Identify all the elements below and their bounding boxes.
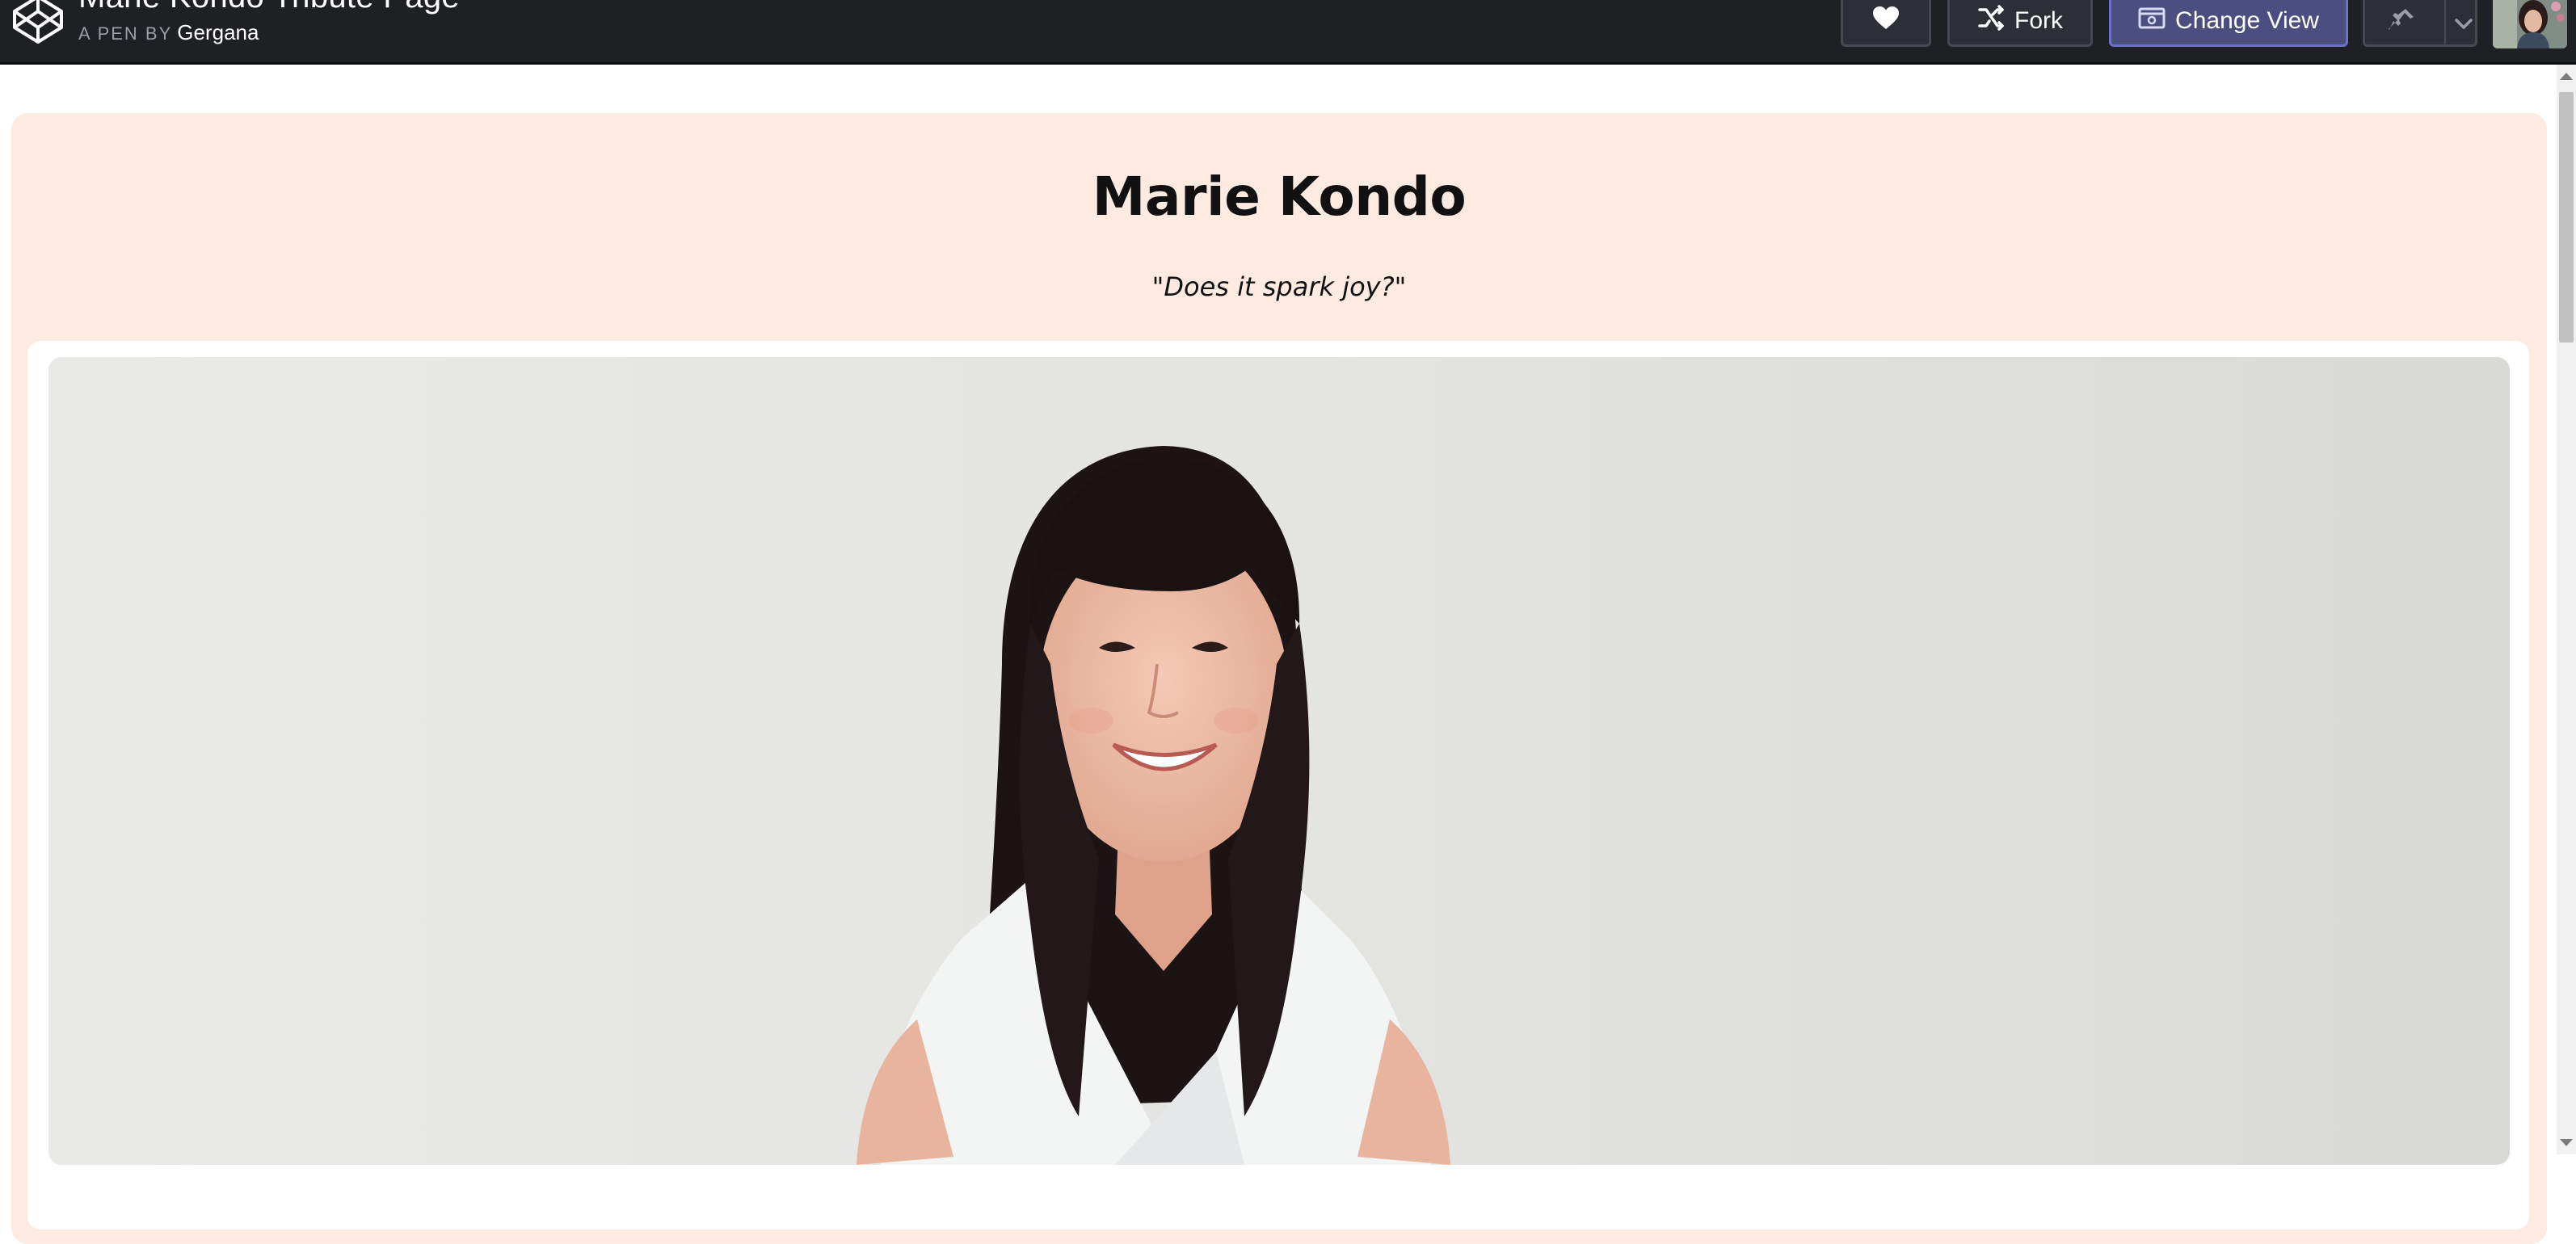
scroll-thumb[interactable] bbox=[2559, 92, 2574, 343]
author-link[interactable]: Gergana bbox=[177, 20, 259, 44]
fork-button[interactable]: Fork bbox=[1947, 0, 2093, 47]
pin-button[interactable] bbox=[2363, 0, 2477, 47]
codepen-logo-icon[interactable] bbox=[11, 0, 65, 45]
fork-label: Fork bbox=[2014, 7, 2063, 34]
pen-title: Marie Kondo Tribute Page bbox=[78, 0, 460, 15]
heart-button[interactable] bbox=[1841, 0, 1931, 47]
user-avatar[interactable] bbox=[2493, 0, 2567, 48]
codepen-header: Marie Kondo Tribute Page A PEN BYGergana… bbox=[0, 0, 2576, 65]
pen-byline: A PEN BY Gergana bbox=[78, 20, 259, 45]
pin-icon bbox=[2388, 4, 2415, 38]
chevron-down-icon[interactable] bbox=[2454, 10, 2473, 37]
by-label: A PEN BY bbox=[78, 23, 173, 44]
change-view-label: Change View bbox=[2175, 7, 2319, 34]
marie-kondo-portrait bbox=[48, 357, 2510, 1165]
page-scrollbar[interactable] bbox=[2557, 65, 2576, 1154]
fork-icon bbox=[1977, 4, 2005, 38]
scroll-up-arrow-icon[interactable] bbox=[2560, 73, 2573, 80]
heart-icon bbox=[1872, 6, 1900, 36]
scroll-down-arrow-icon[interactable] bbox=[2560, 1139, 2573, 1146]
change-view-icon bbox=[2138, 6, 2166, 36]
pin-divider bbox=[2444, 0, 2446, 44]
tagline-quote: "Does it spark joy?" bbox=[1151, 271, 1407, 302]
page-title: Marie Kondo bbox=[1092, 166, 1467, 228]
change-view-button[interactable]: Change View bbox=[2109, 0, 2348, 47]
